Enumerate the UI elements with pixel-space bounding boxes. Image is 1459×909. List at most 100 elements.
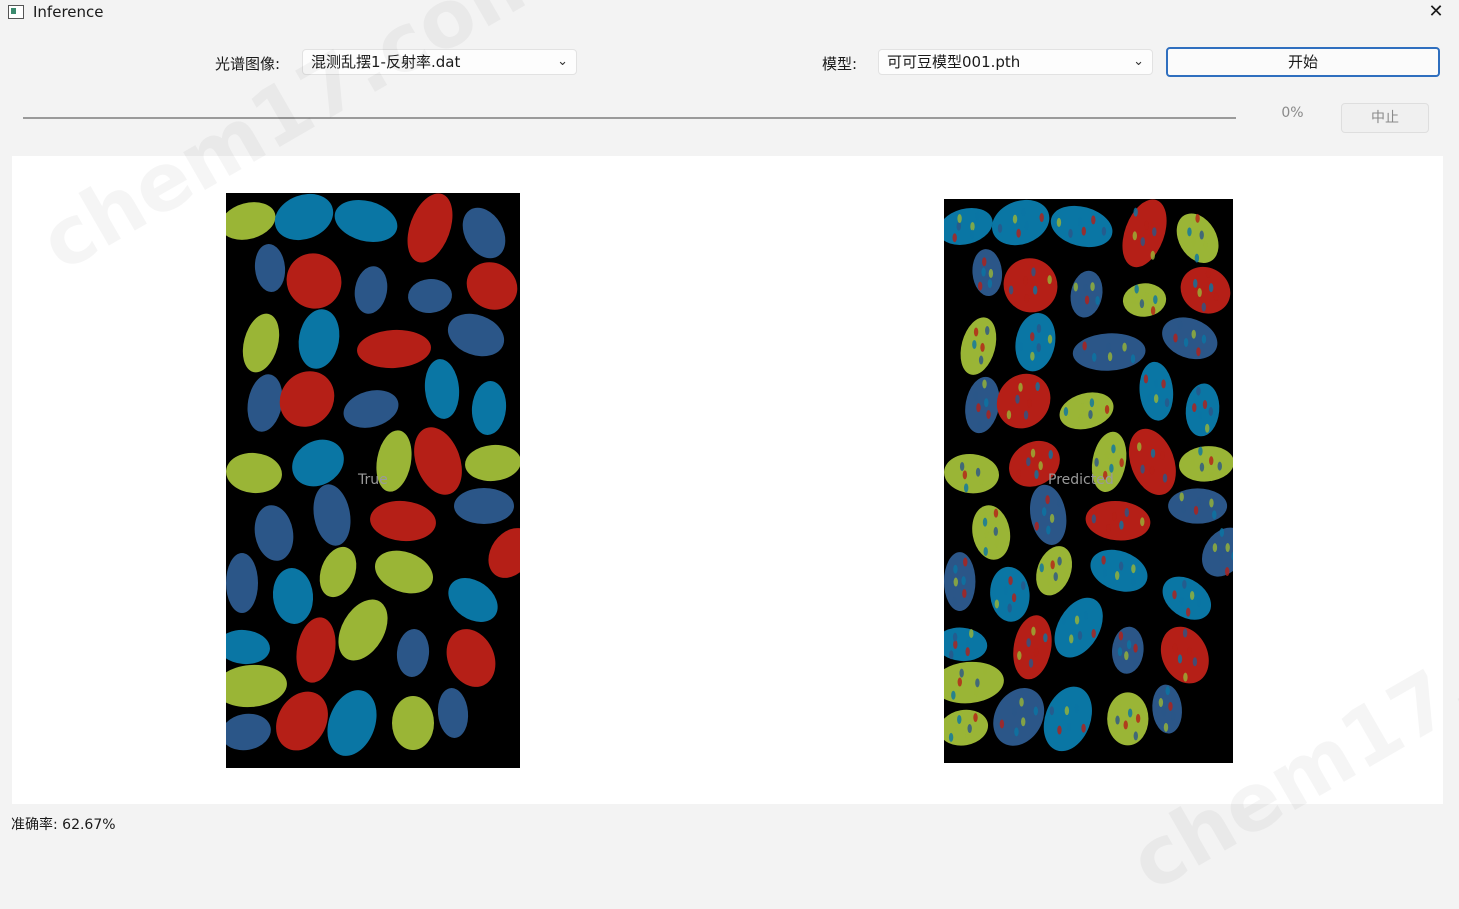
bean-region: [1090, 549, 1148, 592]
bean-region: [437, 688, 469, 738]
prediction-noise: [982, 257, 987, 267]
prediction-noise: [982, 665, 988, 675]
prediction-noise: [1050, 560, 1055, 570]
prediction-noise: [1131, 577, 1136, 587]
bean-region: [1054, 597, 1103, 658]
prediction-noise: [1077, 217, 1083, 227]
predicted-caption: Predicted: [1048, 472, 1114, 488]
prediction-noise: [1021, 717, 1026, 727]
progress-bar: [23, 117, 1236, 119]
bean-region: [454, 488, 514, 524]
bean-region: [488, 528, 520, 578]
prediction-noise: [1073, 282, 1078, 292]
bean-region: [1178, 446, 1233, 482]
prediction-noise: [1018, 382, 1023, 392]
prediction-noise: [1208, 283, 1214, 293]
prediction-noise: [974, 687, 979, 697]
prediction-noise: [1124, 507, 1130, 517]
prediction-noise: [957, 677, 962, 687]
bean-region: [960, 317, 997, 375]
prediction-noise: [1132, 231, 1137, 241]
prediction-noise: [969, 628, 974, 638]
bean-region: [990, 566, 1030, 622]
prediction-noise: [1041, 507, 1047, 517]
bean-region: [298, 309, 340, 369]
bean-region: [226, 713, 271, 751]
spectral-image-select[interactable]: 混测乱摆1-反射率.dat ⌄: [302, 49, 577, 75]
prediction-noise: [1139, 299, 1145, 309]
prediction-noise: [1135, 713, 1141, 723]
prediction-noise: [1083, 611, 1088, 621]
prediction-noise: [986, 409, 991, 419]
prediction-noise: [1078, 296, 1083, 306]
prediction-noise: [1035, 382, 1040, 392]
prediction-noise: [993, 526, 998, 536]
prediction-noise: [1137, 442, 1142, 452]
prediction-noise: [1173, 333, 1178, 343]
prediction-noise: [1066, 722, 1072, 732]
prediction-noise: [1033, 647, 1039, 657]
bean-region: [226, 452, 282, 494]
spectral-image-value: 混测乱摆1-反射率.dat: [311, 53, 461, 71]
spectral-image-label: 光谱图像:: [215, 55, 281, 73]
progress-percent: 0%: [1281, 105, 1304, 121]
prediction-noise: [1088, 409, 1093, 419]
prediction-noise: [1049, 706, 1055, 716]
bean-region: [414, 427, 462, 495]
prediction-noise: [1225, 567, 1230, 577]
prediction-noise: [1193, 505, 1199, 515]
prediction-noise: [1068, 228, 1073, 238]
bean-region: [1180, 266, 1231, 314]
start-button[interactable]: 开始: [1166, 47, 1440, 77]
model-select[interactable]: 可可豆模型001.pth ⌄: [878, 49, 1153, 75]
prediction-noise: [1117, 647, 1123, 657]
prediction-noise: [993, 508, 999, 518]
prediction-noise: [1015, 394, 1020, 404]
prediction-noise: [1043, 633, 1048, 643]
prediction-noise: [1091, 629, 1096, 639]
bean-region: [334, 199, 398, 243]
prediction-noise: [1150, 250, 1155, 260]
prediction-noise: [953, 564, 958, 574]
bean-region: [1112, 626, 1144, 674]
prediction-noise: [1209, 498, 1214, 508]
bean-region: [1162, 317, 1218, 360]
prediction-noise: [957, 214, 962, 224]
prediction-noise: [1104, 450, 1110, 460]
close-icon[interactable]: ✕: [1418, 0, 1454, 24]
bean-region: [1185, 383, 1220, 437]
prediction-noise: [1019, 697, 1024, 707]
prediction-noise: [1039, 213, 1044, 223]
bean-region: [1013, 615, 1052, 680]
prediction-noise: [1165, 686, 1170, 696]
prediction-noise: [979, 475, 984, 485]
prediction-noise: [1199, 462, 1205, 472]
prediction-noise: [975, 455, 981, 465]
prediction-noise: [1033, 706, 1038, 716]
prediction-noise: [1218, 551, 1223, 561]
prediction-noise: [1061, 616, 1067, 626]
bean-region: [357, 329, 431, 369]
prediction-noise: [997, 223, 1003, 233]
bean-region: [996, 373, 1051, 429]
chevron-down-icon: ⌄: [557, 54, 568, 69]
bean-region: [296, 617, 336, 683]
true-caption: True: [358, 472, 388, 488]
prediction-noise: [1030, 448, 1036, 458]
prediction-noise: [1133, 643, 1138, 653]
bean-region: [327, 690, 377, 756]
chevron-down-icon: ⌄: [1133, 54, 1144, 69]
prediction-noise: [1074, 703, 1079, 713]
stop-button[interactable]: 中止: [1341, 103, 1429, 133]
prediction-noise: [1027, 398, 1032, 408]
title-bar: Inference ✕: [0, 0, 1459, 24]
prediction-noise: [1078, 414, 1083, 424]
prediction-noise: [1084, 295, 1090, 305]
prediction-noise: [1119, 458, 1124, 468]
prediction-noise: [987, 279, 993, 289]
bean-region: [944, 552, 976, 611]
prediction-noise: [1104, 404, 1110, 414]
prediction-noise: [967, 358, 973, 368]
bean-region: [447, 313, 505, 357]
bean-region: [462, 207, 506, 259]
